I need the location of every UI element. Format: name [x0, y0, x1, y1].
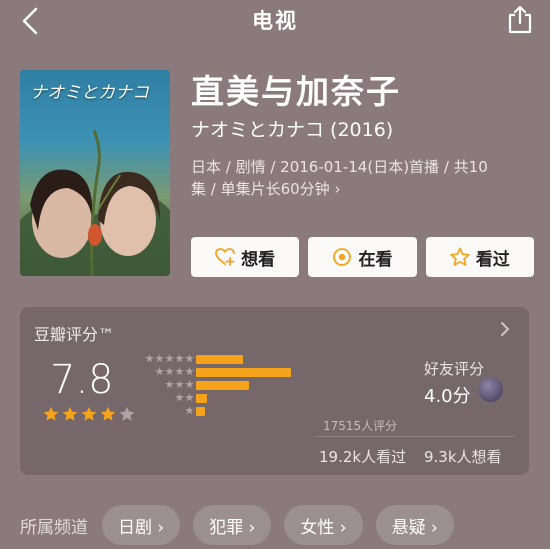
divider [316, 436, 515, 437]
show-original-title: ナオミとカナコ (2016) [191, 119, 394, 141]
watching-label: 在看 [358, 249, 393, 270]
star-filled-icon [62, 406, 78, 421]
show-meta-line-2: 集 / 单集片长60分钟 › [191, 180, 341, 198]
friend-avatar[interactable] [478, 377, 503, 402]
watched-count[interactable]: 19.2k人看过 [319, 446, 406, 467]
mini-star-icon [185, 380, 194, 389]
distribution-row [136, 367, 316, 378]
distribution-stars [145, 354, 194, 363]
star-filled-icon [81, 406, 97, 421]
want-to-watch-button[interactable]: 想看 [191, 237, 300, 277]
rating-count: 17515人评分 [323, 419, 398, 433]
friend-rating-label: 好友评分 [424, 360, 485, 378]
action-bar: 想看 在看 看过 [191, 237, 534, 277]
distribution-bar [196, 381, 249, 390]
poster-image[interactable]: ナオミとカナコ [20, 70, 170, 276]
distribution-stars [165, 380, 194, 389]
distribution-row [136, 393, 316, 404]
distribution-bar [196, 355, 244, 364]
distribution-row [136, 354, 316, 365]
mini-star-icon [165, 354, 174, 363]
mini-star-icon [185, 393, 194, 402]
channel-row: 所属频道 日剧 › 犯罪 › 女性 › 悬疑 › [20, 505, 467, 545]
rating-score: 7.8 [50, 357, 114, 403]
channel-tag-crime[interactable]: 犯罪 › [193, 505, 272, 545]
watched-button[interactable]: 看过 [425, 237, 534, 277]
rating-distribution [136, 354, 316, 419]
page-title: 电视 [252, 9, 298, 33]
watching-icon [333, 248, 352, 266]
mini-star-icon [165, 380, 174, 389]
mini-star-icon [155, 354, 164, 363]
rating-header: 豆瓣评分™ [34, 325, 115, 344]
mini-star-icon [175, 354, 184, 363]
friend-rating-score: 4.0分 [424, 386, 471, 407]
watching-button[interactable]: 在看 [308, 237, 417, 277]
distribution-bar [196, 394, 207, 403]
distribution-row [136, 380, 316, 391]
show-meta[interactable]: 日本 / 剧情 / 2016-01-14(日本)首播 / 共10 集 / 单集片… [191, 156, 536, 200]
show-meta-line-1: 日本 / 剧情 / 2016-01-14(日本)首播 / 共10 [191, 158, 488, 176]
distribution-bar [196, 407, 205, 416]
star-filled-icon [43, 406, 59, 421]
heart-plus-icon [215, 248, 236, 266]
wanted-count[interactable]: 9.3k人想看 [424, 446, 502, 467]
mini-star-icon [145, 354, 154, 363]
distribution-stars [175, 393, 194, 402]
channel-label: 所属频道 [20, 517, 88, 538]
rating-card[interactable]: 豆瓣评分™ 7.8 17515人评分 好友评分 4.0分 19.2k人看过 9.… [20, 307, 529, 475]
want-to-watch-label: 想看 [241, 249, 276, 270]
mini-star-icon [185, 354, 194, 363]
star-empty-icon [119, 406, 135, 421]
channel-tag-drama[interactable]: 日剧 › [102, 505, 181, 545]
mini-star-icon [185, 367, 194, 376]
show-title: 直美与加奈子 [191, 72, 401, 111]
share-icon[interactable] [506, 4, 534, 34]
chevron-right-icon[interactable] [499, 321, 511, 337]
watched-label: 看过 [475, 249, 510, 270]
distribution-stars [155, 367, 194, 376]
distribution-bar [196, 368, 291, 377]
mini-star-icon [155, 367, 164, 376]
channel-tag-mystery[interactable]: 悬疑 › [375, 505, 454, 545]
rating-stars [43, 406, 135, 422]
show-info: 直美与加奈子 ナオミとカナコ (2016) 日本 / 剧情 / 2016-01-… [191, 72, 536, 200]
mini-star-icon [165, 367, 174, 376]
distribution-row [136, 406, 316, 417]
mini-star-icon [185, 406, 194, 415]
channel-tag-female[interactable]: 女性 › [284, 505, 363, 545]
star-filled-icon [100, 406, 116, 421]
star-outline-icon [450, 247, 470, 266]
poster-title: ナオミとカナコ [30, 83, 149, 103]
nav-bar: 电视 [0, 0, 550, 42]
mini-star-icon [175, 393, 184, 402]
mini-star-icon [175, 367, 184, 376]
mini-star-icon [175, 380, 184, 389]
distribution-stars [185, 406, 194, 415]
